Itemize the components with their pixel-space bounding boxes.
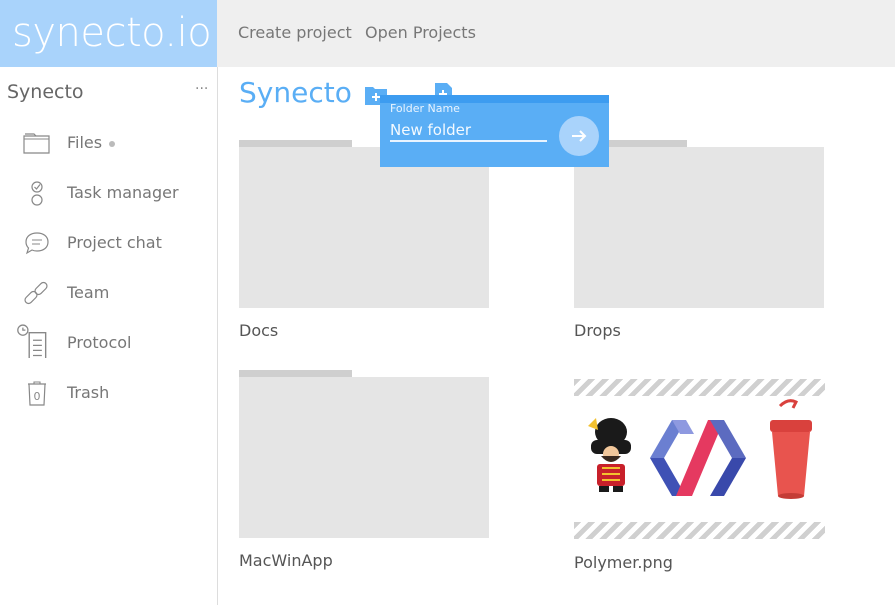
checklist-icon (31, 181, 43, 206)
tile-label: Drops (574, 321, 621, 340)
sidebar-item-label: Task manager (67, 183, 179, 202)
folder-name-input[interactable] (390, 120, 547, 142)
folder-tile-drops[interactable] (574, 147, 824, 308)
sidebar-item-files[interactable]: Files (0, 118, 217, 168)
app-logo[interactable]: synecto.io (0, 0, 217, 67)
open-projects-link[interactable]: Open Projects (365, 23, 476, 42)
folder-icon (23, 133, 50, 154)
tile-label: Docs (239, 321, 279, 340)
folder-name-label: Folder Name (390, 102, 460, 115)
chat-bubble-icon (25, 232, 49, 255)
sidebar: Synecto ··· Files Task manager Project c… (0, 67, 218, 605)
image-tile-polymer[interactable] (574, 379, 825, 539)
top-nav-bar: Create project Open Projects (217, 0, 895, 67)
sidebar-item-label: Files (67, 133, 103, 152)
sidebar-item-project-chat[interactable]: Project chat (0, 218, 217, 268)
gulp-cup-icon (770, 399, 812, 499)
sidebar-item-trash[interactable]: 0 Trash (0, 368, 217, 418)
sidebar-item-task-manager[interactable]: Task manager (0, 168, 217, 218)
image-border-stripe (574, 379, 825, 396)
arrow-right-icon (572, 130, 587, 142)
image-thumbnail (588, 399, 812, 499)
more-options-button[interactable]: ··· (195, 81, 208, 97)
tile-label: MacWinApp (239, 551, 333, 570)
trash-icon: 0 (28, 381, 46, 406)
folder-tile-macwinapp[interactable] (239, 377, 489, 538)
trash-count: 0 (34, 390, 41, 403)
sidebar-project-title: Synecto (7, 81, 84, 103)
sidebar-item-label: Trash (67, 383, 110, 402)
sidebar-item-label: Project chat (67, 233, 162, 252)
yeoman-figure-icon (588, 418, 631, 492)
link-icon (24, 281, 48, 305)
folder-tab (239, 370, 352, 377)
active-indicator-dot (109, 141, 115, 147)
tile-label: Polymer.png (574, 553, 673, 572)
page-title: Synecto (239, 76, 352, 109)
image-border-stripe (574, 522, 825, 539)
folder-tab (239, 140, 352, 147)
document-icon (17, 324, 47, 358)
folder-tile-docs[interactable] (239, 147, 489, 308)
sidebar-item-label: Protocol (67, 333, 132, 352)
sidebar-item-protocol[interactable]: Protocol (0, 318, 217, 368)
new-folder-popup: Folder Name (380, 95, 609, 167)
submit-folder-button[interactable] (559, 116, 599, 156)
sidebar-item-team[interactable]: Team (0, 268, 217, 318)
polymer-logo-icon (650, 420, 746, 496)
create-project-link[interactable]: Create project (238, 23, 352, 42)
sidebar-item-label: Team (67, 283, 110, 302)
